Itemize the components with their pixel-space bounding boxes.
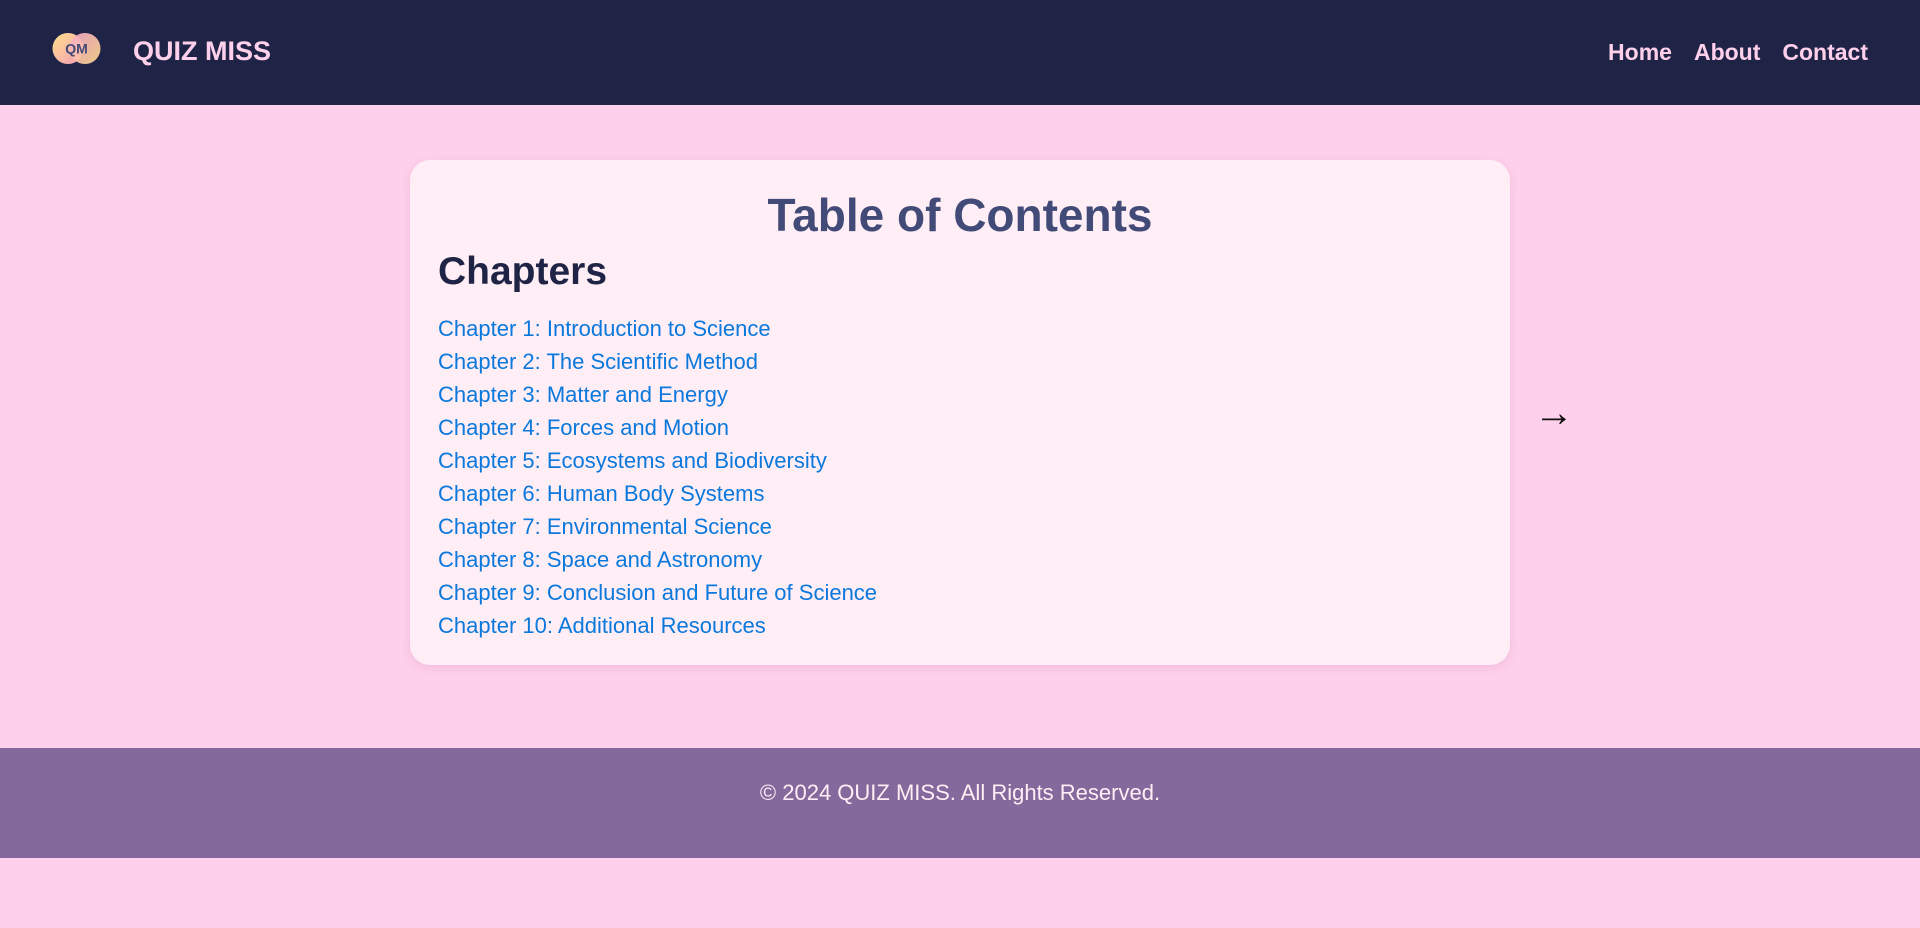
list-item: Chapter 8: Space and Astronomy (438, 543, 877, 576)
quiz-miss-logo[interactable]: QM (52, 32, 101, 65)
list-item: Chapter 2: The Scientific Method (438, 345, 877, 378)
svg-text:QM: QM (65, 41, 88, 57)
chapters-heading: Chapters (438, 250, 608, 293)
list-item: Chapter 6: Human Body Systems (438, 477, 877, 510)
nav-home-link[interactable]: Home (1608, 39, 1672, 66)
chapter-1-link[interactable]: Chapter 1: Introduction to Science (438, 316, 771, 341)
chapter-list: Chapter 1: Introduction to Science Chapt… (438, 312, 877, 642)
chapter-7-link[interactable]: Chapter 7: Environmental Science (438, 514, 772, 539)
chapter-8-link[interactable]: Chapter 8: Space and Astronomy (438, 547, 762, 572)
chapter-3-link[interactable]: Chapter 3: Matter and Energy (438, 382, 728, 407)
chapter-4-link[interactable]: Chapter 4: Forces and Motion (438, 415, 729, 440)
chapter-6-link[interactable]: Chapter 6: Human Body Systems (438, 481, 764, 506)
list-item: Chapter 5: Ecosystems and Biodiversity (438, 444, 877, 477)
list-item: Chapter 3: Matter and Energy (438, 378, 877, 411)
chapter-9-link[interactable]: Chapter 9: Conclusion and Future of Scie… (438, 580, 877, 605)
chapter-2-link[interactable]: Chapter 2: The Scientific Method (438, 349, 758, 374)
list-item: Chapter 9: Conclusion and Future of Scie… (438, 576, 877, 609)
nav-about-link[interactable]: About (1694, 39, 1760, 66)
copyright-text: © 2024 QUIZ MISS. All Rights Reserved. (759, 780, 1161, 805)
list-item: Chapter 7: Environmental Science (438, 510, 877, 543)
list-item: Chapter 1: Introduction to Science (438, 312, 877, 345)
nav-contact-link[interactable]: Contact (1782, 39, 1868, 66)
site-header: QM QUIZ MISS Home About Contact (0, 0, 1920, 105)
main-nav: Home About Contact (1608, 39, 1868, 66)
site-footer: © 2024 QUIZ MISS. All Rights Reserved. (0, 748, 1920, 858)
chapter-10-link[interactable]: Chapter 10: Additional Resources (438, 613, 766, 638)
list-item: Chapter 10: Additional Resources (438, 609, 877, 642)
table-of-contents-card: Table of Contents Chapters Chapter 1: In… (410, 160, 1510, 665)
page-title: Table of Contents (767, 189, 1153, 241)
list-item: Chapter 4: Forces and Motion (438, 411, 877, 444)
site-brand[interactable]: QUIZ MISS (133, 36, 271, 67)
next-arrow-icon[interactable]: → (1534, 388, 1574, 438)
chapter-5-link[interactable]: Chapter 5: Ecosystems and Biodiversity (438, 448, 827, 473)
